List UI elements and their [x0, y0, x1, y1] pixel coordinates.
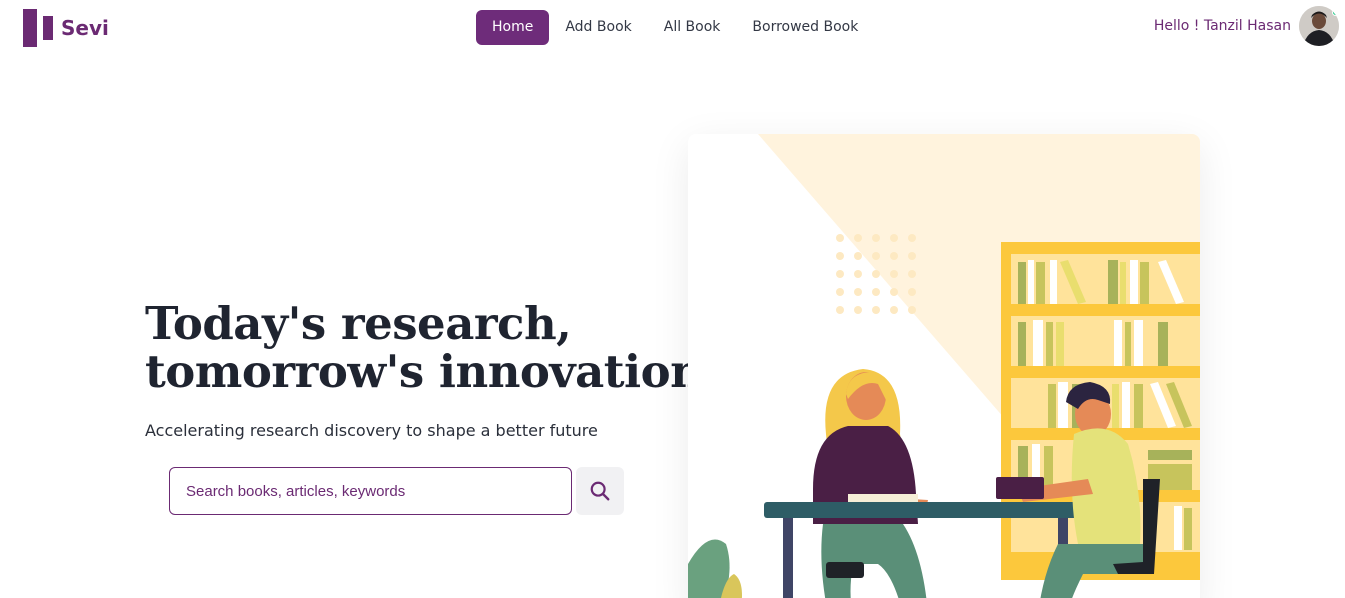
hero-title: Today's research, tomorrow's innovation — [145, 297, 703, 398]
nav-borrowed-book[interactable]: Borrowed Book — [736, 10, 874, 45]
nav-all-book[interactable]: All Book — [648, 10, 737, 45]
hero-illustration-card — [688, 134, 1200, 598]
brand-logo[interactable]: Sevi — [23, 9, 109, 47]
user-area: Hello ! Tanzil Hasan — [1154, 6, 1339, 46]
avatar[interactable] — [1299, 6, 1339, 46]
logo-icon — [23, 9, 53, 47]
navbar: Sevi Home Add Book All Book Borrowed Boo… — [0, 0, 1345, 56]
user-greeting: Hello ! Tanzil Hasan — [1153, 18, 1291, 34]
hero-title-line-2: tomorrow's innovation — [145, 345, 703, 398]
nav-home[interactable]: Home — [476, 10, 550, 45]
hero-subtitle: Accelerating research discovery to shape… — [145, 421, 598, 440]
plant — [688, 539, 742, 598]
main-nav: Home Add Book All Book Borrowed Book — [476, 10, 874, 45]
search-icon — [590, 481, 610, 501]
brand-name: Sevi — [61, 16, 109, 40]
reading-illustration — [688, 134, 1200, 598]
search-button[interactable] — [576, 467, 624, 515]
nav-add-book[interactable]: Add Book — [549, 10, 647, 45]
online-status-dot — [1332, 9, 1339, 16]
search-input[interactable] — [169, 467, 572, 515]
hero-title-line-1: Today's research, — [145, 297, 572, 350]
